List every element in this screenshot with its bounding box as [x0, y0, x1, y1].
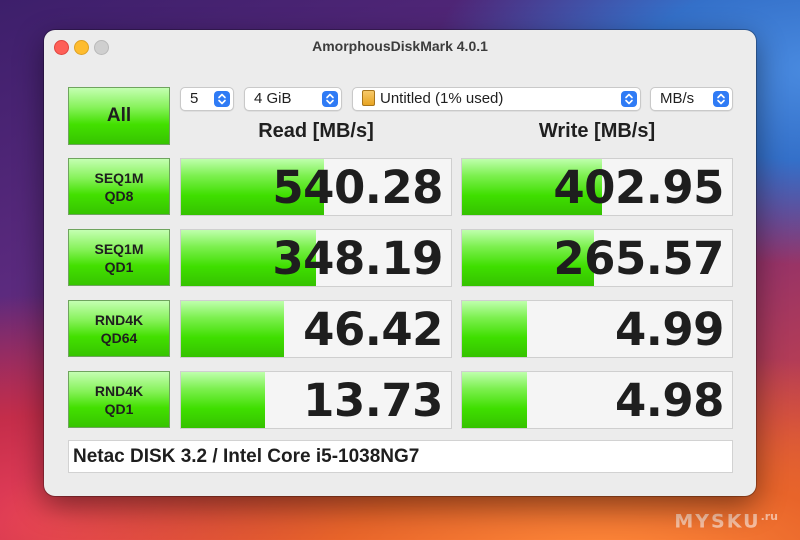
- test-rnd4k-qd64-button[interactable]: RND4K QD64: [68, 300, 170, 357]
- test-name: RND4K: [94, 311, 144, 328]
- target-disk-value: Untitled (1% used): [380, 90, 504, 107]
- read-result-value: 13.73: [303, 374, 443, 427]
- write-result-cell: 4.98: [461, 371, 733, 429]
- test-size-value: 4 GiB: [254, 90, 292, 107]
- chevron-updown-icon: [322, 91, 338, 107]
- comment-field[interactable]: Netac DISK 3.2 / Intel Core i5-1038NG7: [68, 440, 733, 473]
- write-result-cell: 265.57: [461, 229, 733, 287]
- test-queue: QD1: [104, 400, 134, 417]
- test-name: SEQ1M: [94, 240, 144, 257]
- chevron-updown-icon: [621, 91, 637, 107]
- test-size-select[interactable]: 4 GiB: [244, 87, 342, 111]
- write-result-bar: [462, 301, 527, 357]
- test-queue: QD8: [104, 187, 134, 204]
- write-result-value: 4.98: [614, 374, 725, 427]
- write-result-value: 402.95: [553, 161, 724, 214]
- unit-select[interactable]: MB/s: [650, 87, 733, 111]
- chevron-updown-icon: [214, 91, 230, 107]
- read-result-value: 348.19: [272, 232, 443, 285]
- test-seq1m-qd8-button[interactable]: SEQ1M QD8: [68, 158, 170, 215]
- read-column-header: Read [MB/s]: [258, 120, 374, 142]
- write-result-cell: 4.99: [461, 300, 733, 358]
- read-result-cell: 46.42: [180, 300, 452, 358]
- test-count-select[interactable]: 5: [180, 87, 234, 111]
- window-title: AmorphousDiskMark 4.0.1: [312, 38, 488, 54]
- read-result-cell: 540.28: [180, 158, 452, 216]
- write-result-value: 265.57: [553, 232, 724, 285]
- test-queue: QD64: [100, 329, 138, 346]
- watermark: MYSKU.ru: [674, 510, 778, 532]
- read-result-bar: [181, 372, 265, 428]
- watermark-text: MYSKU: [674, 510, 761, 532]
- write-result-cell: 402.95: [461, 158, 733, 216]
- test-seq1m-qd1-button[interactable]: SEQ1M QD1: [68, 229, 170, 286]
- read-result-value: 46.42: [303, 303, 443, 356]
- test-count-value: 5: [190, 90, 199, 107]
- run-all-button[interactable]: All: [68, 87, 170, 145]
- chevron-updown-icon: [713, 91, 729, 107]
- write-column-header: Write [MB/s]: [538, 120, 656, 142]
- target-disk-select[interactable]: Untitled (1% used): [352, 87, 641, 111]
- read-result-cell: 13.73: [180, 371, 452, 429]
- test-name: SEQ1M: [94, 169, 144, 186]
- read-result-value: 540.28: [272, 161, 443, 214]
- test-rnd4k-qd1-button[interactable]: RND4K QD1: [68, 371, 170, 428]
- write-result-bar: [462, 372, 527, 428]
- write-result-value: 4.99: [614, 303, 725, 356]
- watermark-suffix: .ru: [760, 509, 778, 523]
- external-disk-icon: [362, 90, 375, 106]
- read-result-cell: 348.19: [180, 229, 452, 287]
- read-result-bar: [181, 301, 284, 357]
- test-queue: QD1: [104, 258, 134, 275]
- app-window: AmorphousDiskMark 4.0.1 All 5 4 GiB Unti…: [44, 30, 756, 496]
- unit-value: MB/s: [660, 90, 695, 107]
- test-name: RND4K: [94, 382, 144, 399]
